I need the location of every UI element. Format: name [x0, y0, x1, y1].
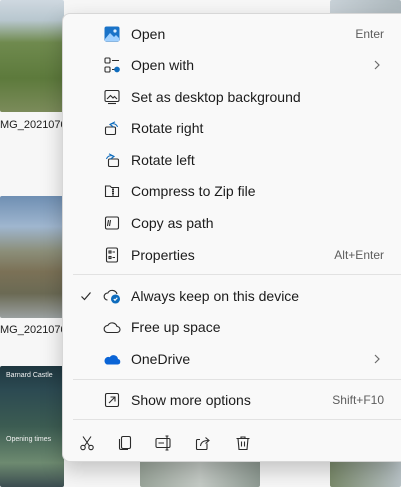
- photo-thumbnail[interactable]: [140, 460, 260, 487]
- file-name[interactable]: MG_2021070: [0, 119, 67, 131]
- menu-item-accelerator: Alt+Enter: [334, 248, 384, 262]
- file-name[interactable]: MG_2021070: [0, 324, 67, 336]
- menu-item-label: Properties: [131, 247, 195, 263]
- copy-path-icon: [103, 214, 121, 232]
- copy-icon: [117, 435, 133, 451]
- menu-item-show-more-options[interactable]: Show more options Shift+F10: [63, 385, 401, 415]
- cloud-icon: [103, 318, 121, 336]
- menu-item-label: Open with: [131, 57, 195, 73]
- keep-on-device-icon: [103, 287, 121, 305]
- menu-item-label: Set as desktop background: [131, 89, 301, 105]
- menu-item-free-up-space[interactable]: Free up space: [63, 312, 401, 342]
- menu-item-label: Copy as path: [131, 215, 214, 231]
- menu-item-onedrive[interactable]: OneDrive: [63, 344, 401, 374]
- sign-subtitle: Opening times: [6, 436, 52, 443]
- rotate-left-icon: [103, 151, 121, 169]
- rename-icon: [155, 435, 173, 451]
- menu-separator: [73, 274, 401, 275]
- copy-button[interactable]: [113, 431, 137, 455]
- menu-item-rotate-right[interactable]: Rotate right: [63, 113, 401, 143]
- menu-item-label: Rotate right: [131, 120, 204, 136]
- menu-item-open[interactable]: Open Enter: [63, 19, 401, 49]
- share-button[interactable]: [191, 431, 215, 455]
- cut-icon: [79, 435, 95, 451]
- menu-item-open-with[interactable]: Open with: [63, 50, 401, 80]
- menu-item-label: Always keep on this device: [131, 288, 300, 304]
- menu-item-accelerator: Enter: [355, 27, 384, 41]
- menu-item-label: Compress to Zip file: [131, 183, 256, 199]
- menu-separator: [73, 419, 401, 420]
- chevron-right-icon: [373, 59, 381, 71]
- menu-item-set-desktop-background[interactable]: Set as desktop background: [63, 82, 401, 112]
- delete-button[interactable]: [231, 431, 255, 455]
- menu-item-always-keep[interactable]: Always keep on this device: [63, 281, 401, 311]
- menu-item-compress-zip[interactable]: Compress to Zip file: [63, 176, 401, 206]
- context-menu: Open Enter Open with Set as desktop back: [62, 13, 401, 462]
- properties-icon: [103, 246, 121, 264]
- menu-item-copy-as-path[interactable]: Copy as path: [63, 208, 401, 238]
- sign-text: Barnard Castle Opening times: [6, 372, 61, 444]
- menu-item-label: OneDrive: [131, 351, 191, 367]
- rename-button[interactable]: [152, 431, 176, 455]
- delete-icon: [235, 435, 251, 451]
- menu-item-accelerator: Shift+F10: [332, 393, 384, 407]
- menu-item-properties[interactable]: Properties Alt+Enter: [63, 240, 401, 270]
- menu-item-label: Show more options: [131, 392, 251, 408]
- image-icon: [103, 25, 121, 43]
- photo-thumbnail[interactable]: [0, 196, 64, 318]
- cut-button[interactable]: [75, 431, 99, 455]
- open-with-icon: [103, 56, 121, 74]
- photo-thumbnail[interactable]: [0, 0, 64, 112]
- share-icon: [195, 435, 211, 451]
- menu-separator: [73, 379, 401, 380]
- menu-item-label: Open: [131, 26, 166, 42]
- menu-item-label: Rotate left: [131, 152, 195, 168]
- more-options-icon: [103, 391, 121, 409]
- desktop-background-icon: [103, 88, 121, 106]
- rotate-right-icon: [103, 119, 121, 137]
- zip-folder-icon: [103, 182, 121, 200]
- sign-title: Barnard Castle: [6, 372, 53, 379]
- onedrive-icon: [103, 350, 121, 368]
- chevron-right-icon: [373, 353, 381, 365]
- menu-item-label: Free up space: [131, 319, 221, 335]
- menu-item-rotate-left[interactable]: Rotate left: [63, 145, 401, 175]
- checkmark-icon: [80, 290, 92, 302]
